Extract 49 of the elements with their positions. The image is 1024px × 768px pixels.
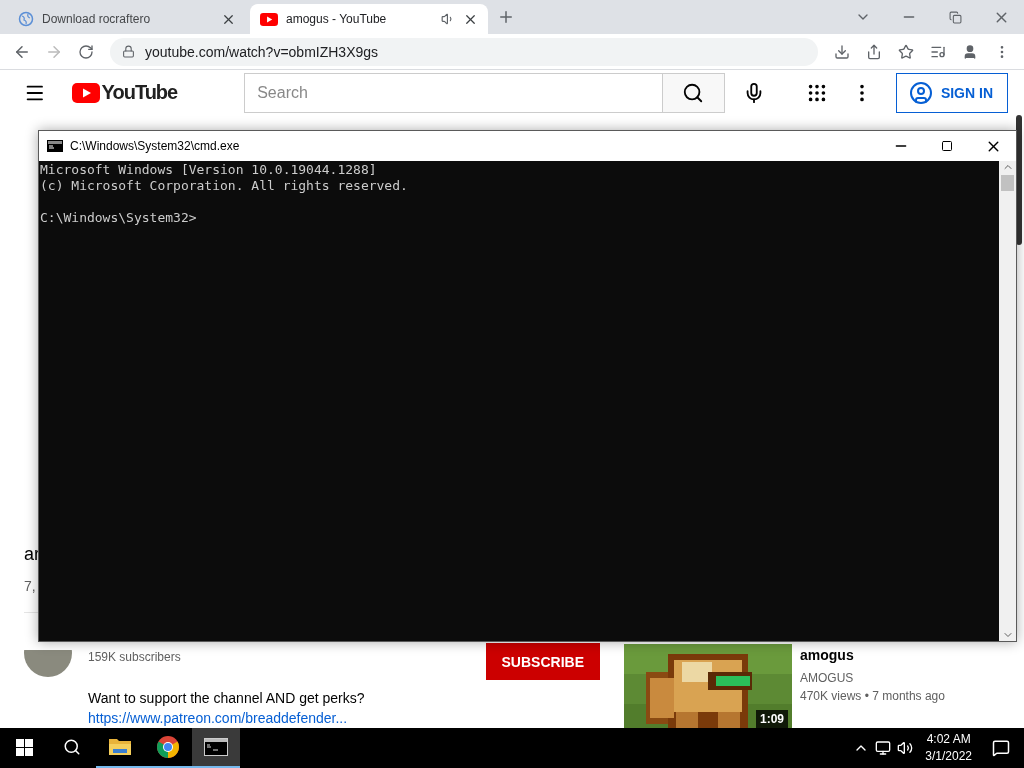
video-meta: 470K views • 7 months ago [800, 689, 945, 703]
channel-name: AMOGUS [800, 671, 855, 685]
play-icon [71, 82, 100, 103]
person-icon[interactable] [962, 43, 978, 60]
console-window[interactable]: C:\Windows\System32\cmd.exe Microsoft Windows [Version 10.0.19044.1288] (c) Microsoft Corporation. All rights reserved. C:\Windows\System32> [38, 130, 1017, 642]
terminal-icon [47, 140, 63, 152]
browser-tab[interactable]: amogus - YouTube [250, 4, 488, 34]
clock[interactable]: 4:02 AM 3/1/2022 [925, 731, 972, 765]
terminal-icon [204, 738, 228, 756]
download-icon[interactable] [834, 43, 850, 60]
search-button[interactable] [662, 72, 726, 113]
folder-icon [108, 737, 132, 757]
restore-icon[interactable] [948, 10, 962, 24]
view-count: 7, [24, 578, 37, 594]
browser-tab[interactable]: Download rocraftero [8, 4, 246, 34]
plus-icon[interactable] [497, 8, 515, 26]
console-prompt: C:\Windows\System32> [40, 210, 197, 225]
star-icon[interactable] [898, 43, 914, 60]
sign-in-button[interactable]: SIGN IN [895, 72, 1008, 113]
volume-icon[interactable] [897, 740, 914, 756]
notifications-icon[interactable] [992, 739, 1010, 757]
windows-icon [15, 738, 33, 756]
console-text: Microsoft Windows [Version 10.0.19044.1288] [40, 162, 377, 177]
patreon-link[interactable]: https://www.patreon.com/breaddefender... [88, 710, 600, 726]
network-icon[interactable] [875, 740, 892, 756]
subscribe-button[interactable]: SUBSCRIBE [485, 643, 600, 680]
reload-icon[interactable] [78, 43, 94, 60]
search-field[interactable]: Search [245, 73, 662, 112]
lock-icon [122, 45, 135, 58]
video-title: ar [24, 544, 41, 566]
duration-label: 1:09 [755, 710, 788, 728]
chrome-icon [156, 735, 180, 759]
globe-icon [18, 11, 34, 27]
youtube-logo[interactable]: YouTube [71, 81, 178, 104]
share-icon[interactable] [866, 43, 882, 60]
user-icon [908, 80, 933, 105]
search-icon [682, 81, 705, 104]
window-title: C:\Windows\System32\cmd.exe [70, 139, 241, 153]
description-text: Want to support the channel AND get perks? [88, 690, 366, 706]
console-text: (c) Microsoft Corporation. All rights reserved. [40, 178, 408, 193]
scrollbar-thumb[interactable] [1001, 175, 1014, 191]
related-video-title[interactable]: amogus [800, 647, 854, 663]
youtube-icon [260, 12, 278, 26]
taskbar-app[interactable] [192, 728, 240, 768]
search-icon[interactable] [63, 738, 81, 756]
address-bar[interactable]: youtube.com/watch?v=obmIZH3X9gs [110, 37, 818, 66]
maximize-icon[interactable] [941, 140, 953, 152]
channel-avatar[interactable] [24, 650, 72, 677]
subscriber-count: 159K subscribers [88, 650, 181, 664]
